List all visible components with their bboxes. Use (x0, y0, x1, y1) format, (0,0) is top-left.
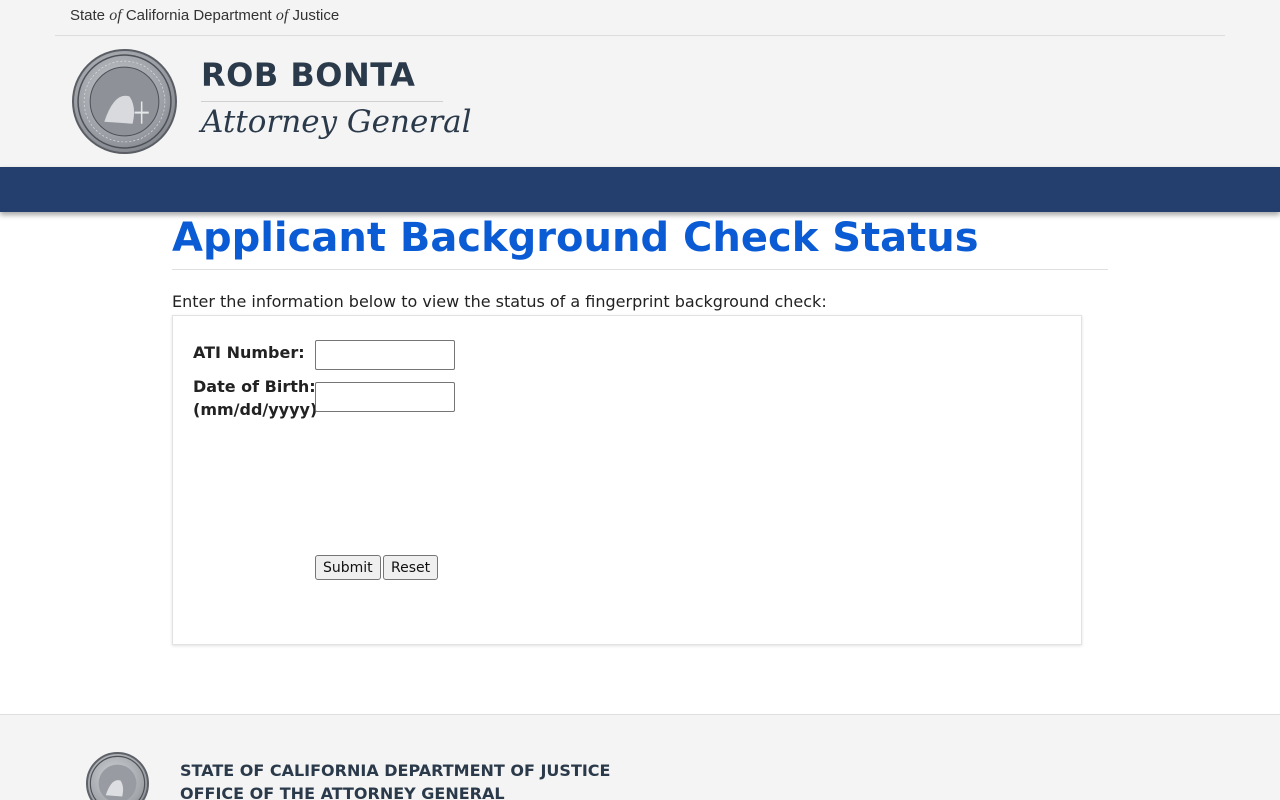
ati-number-input[interactable] (315, 340, 455, 370)
site-header: State of California Department of Justic… (0, 0, 1280, 167)
footer-seal-icon[interactable] (86, 752, 149, 800)
intro-text: Enter the information below to view the … (172, 292, 827, 311)
department-tagline[interactable]: State of California Department of Justic… (70, 7, 339, 25)
submit-button[interactable]: Submit (315, 555, 381, 580)
name-divider (201, 101, 443, 102)
tagline-part: of (109, 7, 122, 24)
title-divider (172, 269, 1108, 270)
date-of-birth-label: Date of Birth: (mm/dd/yyyy) (193, 375, 317, 421)
tagline-part: Justice (288, 7, 340, 24)
tagline-part: California Department (121, 7, 276, 24)
date-of-birth-input[interactable] (315, 382, 455, 412)
dob-label-line: Date of Birth: (193, 377, 316, 396)
dob-format-hint: (mm/dd/yyyy) (193, 400, 318, 419)
page-title: Applicant Background Check Status (172, 215, 979, 261)
tagline-part: of (275, 7, 289, 24)
main-navbar (0, 167, 1280, 212)
header-divider (55, 35, 1225, 36)
doj-seal-icon[interactable] (72, 49, 177, 154)
attorney-general-title[interactable]: Attorney General (201, 104, 472, 140)
site-footer: STATE OF CALIFORNIA DEPARTMENT OF JUSTIC… (0, 714, 1280, 800)
reset-button[interactable]: Reset (383, 555, 439, 580)
tagline-part: State (70, 7, 110, 24)
attorney-general-name[interactable]: ROB BONTA (201, 56, 415, 94)
footer-office-name: OFFICE OF THE ATTORNEY GENERAL (180, 784, 505, 800)
ati-number-label: ATI Number: (193, 343, 305, 362)
status-form-panel (172, 315, 1082, 645)
footer-department-name: STATE OF CALIFORNIA DEPARTMENT OF JUSTIC… (180, 761, 611, 780)
